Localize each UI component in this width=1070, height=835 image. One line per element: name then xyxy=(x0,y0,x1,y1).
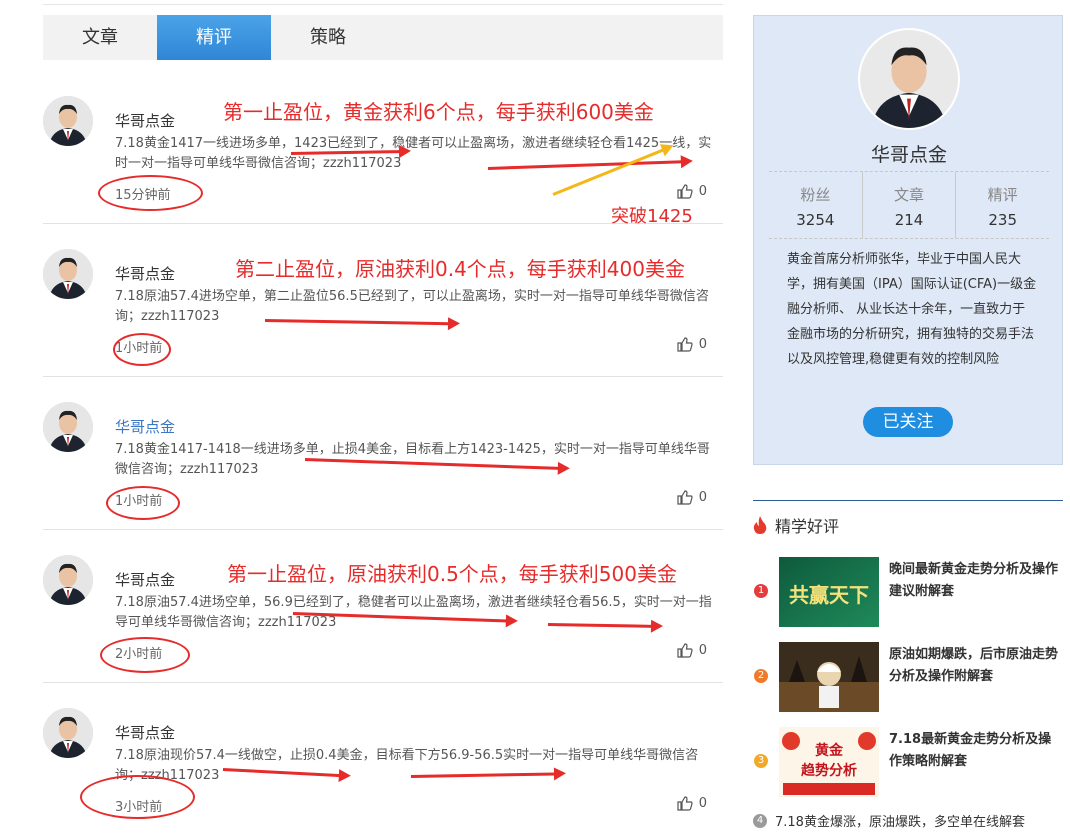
tab-strategy[interactable]: 策略 xyxy=(271,15,385,60)
post-annotation: 第一止盈位，原油获利0.5个点，每手获利500美金 xyxy=(227,562,677,586)
post-annotation: 第二止盈位，原油获利0.4个点，每手获利400美金 xyxy=(235,257,685,281)
post-item: 华哥点金 7.18黄金1417-1418一线进场多单，止损4美金，目标看上方14… xyxy=(43,377,723,530)
stat-articles[interactable]: 文章 214 xyxy=(863,172,957,238)
featured-item[interactable]: 2 原油如期爆跌，后市原油走势分析及操作附解套 xyxy=(753,642,1063,712)
like-button[interactable]: 0 xyxy=(677,490,707,505)
post-item: 华哥点金 7.18原油现价57.4一线做空，止损0.4美金，目标看下方56.9-… xyxy=(43,683,723,835)
post-item: 华哥点金 7.18原油57.4进场空单，第二止盈位56.5已经到了，可以止盈离场… xyxy=(43,224,723,377)
thumbs-up-icon xyxy=(677,184,693,199)
stat-label: 粉丝 xyxy=(800,186,831,204)
featured-thumbnail[interactable]: 黄金 趋势分析 xyxy=(779,727,879,797)
thumbs-up-icon xyxy=(677,490,693,505)
annotation-circle xyxy=(106,486,180,520)
thumbnail-text: 趋势分析 xyxy=(801,762,857,779)
post-author[interactable]: 华哥点金 xyxy=(115,416,175,437)
like-count: 0 xyxy=(698,490,707,505)
featured-thumbnail[interactable]: 共赢天下 xyxy=(779,557,879,627)
post-author[interactable]: 华哥点金 xyxy=(115,569,175,590)
rank-badge: 3 xyxy=(754,754,768,768)
tab-bar: 文章 精评 策略 xyxy=(43,15,723,60)
featured-link[interactable]: 晚间最新黄金走势分析及操作建议附解套 xyxy=(889,559,1064,603)
like-button[interactable]: 0 xyxy=(677,643,707,658)
post-item: 华哥点金 7.18原油57.4进场空单，56.9已经到了，稳健者可以止盈离场，激… xyxy=(43,530,723,683)
annotation-circle xyxy=(80,775,195,819)
post-author[interactable]: 华哥点金 xyxy=(115,110,175,131)
rank-badge: 4 xyxy=(753,813,767,828)
like-button[interactable]: 0 xyxy=(677,796,707,811)
follow-button[interactable]: 已关注 xyxy=(863,407,953,437)
featured-item[interactable]: 3 黄金趋势分析 7.18最新黄金走势分析及操作策略附解套 xyxy=(753,727,1063,797)
top-divider xyxy=(43,4,723,5)
thumbnail-text: 黄金 xyxy=(815,742,844,759)
post-content: 7.18黄金1417一线进场多单，1423已经到了，稳健者可以止盈离场，激进者继… xyxy=(115,136,712,171)
featured-item[interactable]: 1 共赢天下 晚间最新黄金走势分析及操作建议附解套 xyxy=(753,557,1063,627)
profile-bio: 黄金首席分析师张华，毕业于中国人民大学，拥有美国（IPA）国际认证(CFA)一级… xyxy=(787,252,1037,367)
profile-card: 华哥点金 粉丝 3254 文章 214 精评 235 黄金首席分析师张华，毕业于… xyxy=(753,15,1063,465)
like-count: 0 xyxy=(698,643,707,658)
thumbs-up-icon xyxy=(677,796,693,811)
thumbs-up-icon xyxy=(677,337,693,352)
thumbs-up-icon xyxy=(677,643,693,658)
like-count: 0 xyxy=(698,337,707,352)
featured-header: 精学好评 xyxy=(753,513,839,537)
post-annotation: 第一止盈位，黄金获利6个点，每手获利600美金 xyxy=(223,100,654,124)
avatar[interactable] xyxy=(43,249,93,299)
avatar[interactable] xyxy=(43,555,93,605)
profile-avatar[interactable] xyxy=(858,28,960,130)
avatar[interactable] xyxy=(43,402,93,452)
like-button[interactable]: 0 xyxy=(677,184,707,199)
rank-badge: 1 xyxy=(754,584,768,598)
featured-title: 精学好评 xyxy=(775,517,840,536)
stat-label: 精评 xyxy=(987,186,1018,204)
annotation-circle xyxy=(113,333,171,366)
post-author[interactable]: 华哥点金 xyxy=(115,263,175,284)
stat-value: 3254 xyxy=(796,211,835,229)
like-count: 0 xyxy=(698,184,707,199)
post-item: 华哥点金 7.18黄金1417一线进场多单，1423已经到了，稳健者可以止盈离场… xyxy=(43,71,723,227)
annotation-circle xyxy=(100,637,190,673)
like-button[interactable]: 0 xyxy=(677,337,707,352)
stat-value: 214 xyxy=(894,211,924,229)
stat-value: 235 xyxy=(988,211,1017,229)
flame-icon xyxy=(753,516,767,534)
post-content: 7.18黄金1417-1418一线进场多单，止损4美金，目标看上方1423-14… xyxy=(115,442,710,477)
section-divider xyxy=(753,500,1063,501)
featured-thumbnail[interactable] xyxy=(779,642,879,712)
avatar[interactable] xyxy=(43,708,93,758)
stat-label: 文章 xyxy=(894,186,925,204)
annotation-circle xyxy=(98,175,203,211)
rank-badge: 2 xyxy=(754,669,768,683)
avatar[interactable] xyxy=(43,96,93,146)
tab-articles[interactable]: 文章 xyxy=(43,15,157,60)
like-count: 0 xyxy=(698,796,707,811)
featured-link[interactable]: 原油如期爆跌，后市原油走势分析及操作附解套 xyxy=(889,644,1064,688)
profile-stats: 粉丝 3254 文章 214 精评 235 xyxy=(769,171,1049,239)
stat-fans[interactable]: 粉丝 3254 xyxy=(769,172,863,238)
thumbnail-text: 共赢天下 xyxy=(789,583,869,607)
stat-reviews[interactable]: 精评 235 xyxy=(956,172,1049,238)
profile-name: 华哥点金 xyxy=(870,144,947,166)
tab-reviews[interactable]: 精评 xyxy=(157,15,271,60)
featured-item[interactable]: 4 7.18黄金爆涨，原油爆跌，多空单在线解套 xyxy=(753,811,1025,830)
featured-link[interactable]: 7.18黄金爆涨，原油爆跌，多空单在线解套 xyxy=(775,811,1025,830)
post-content: 7.18原油现价57.4一线做空，止损0.4美金，目标看下方56.9-56.5实… xyxy=(115,748,699,783)
post-author[interactable]: 华哥点金 xyxy=(115,722,175,743)
featured-link[interactable]: 7.18最新黄金走势分析及操作策略附解套 xyxy=(889,729,1064,773)
